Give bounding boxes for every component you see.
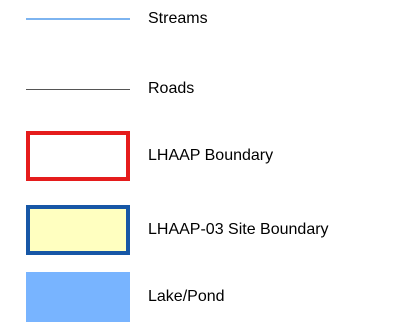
legend-item-streams: Streams bbox=[26, 0, 396, 44]
lhaap-boundary-symbol bbox=[26, 131, 130, 181]
site-boundary-symbol bbox=[26, 205, 130, 255]
legend-label-lake-pond: Lake/Pond bbox=[148, 288, 225, 305]
legend-label-site-boundary: LHAAP-03 Site Boundary bbox=[148, 221, 329, 238]
map-legend: Streams Roads LHAAP Boundary LHAAP-03 Si… bbox=[0, 0, 408, 328]
lake-pond-symbol bbox=[26, 272, 130, 322]
legend-label-roads: Roads bbox=[148, 80, 195, 97]
streams-line-symbol bbox=[26, 18, 130, 20]
legend-item-lhaap-boundary: LHAAP Boundary bbox=[26, 131, 396, 181]
legend-label-streams: Streams bbox=[148, 10, 208, 27]
roads-line-symbol bbox=[26, 89, 130, 90]
legend-label-lhaap-boundary: LHAAP Boundary bbox=[148, 147, 274, 164]
legend-item-roads: Roads bbox=[26, 64, 396, 114]
legend-item-lake-pond: Lake/Pond bbox=[26, 272, 396, 322]
legend-item-site-boundary: LHAAP-03 Site Boundary bbox=[26, 205, 396, 255]
